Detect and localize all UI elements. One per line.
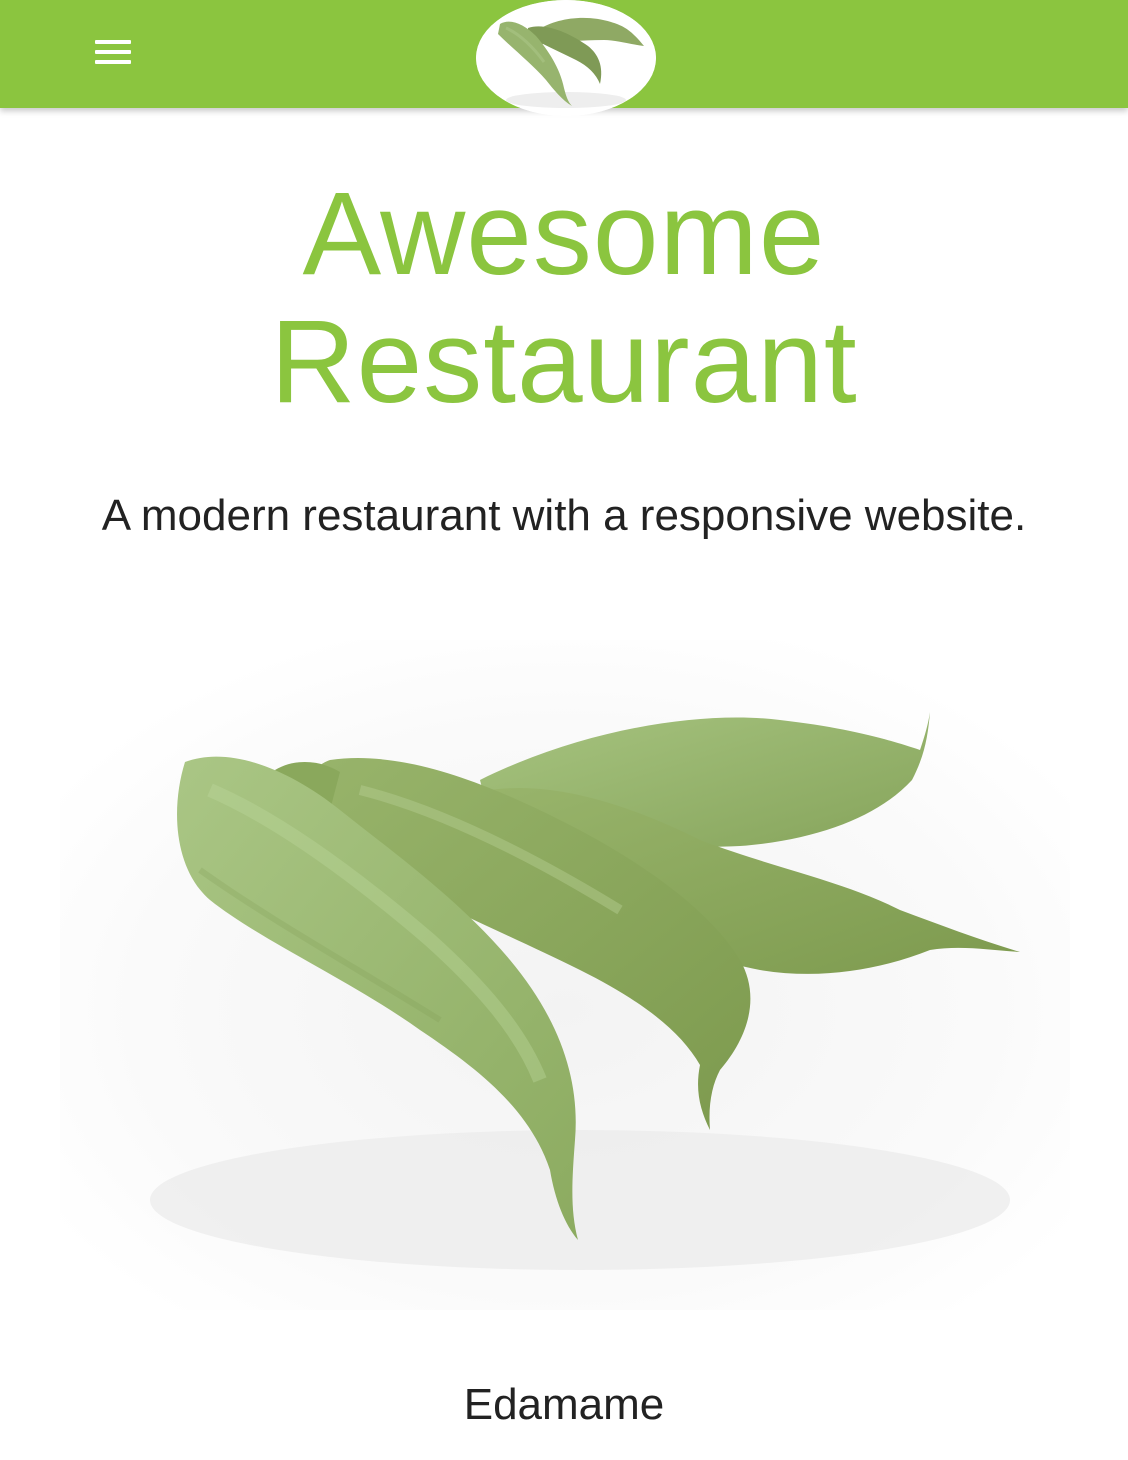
dish-caption: Edamame bbox=[463, 1380, 665, 1429]
menu-button[interactable] bbox=[80, 30, 146, 76]
edamame-pods-logo-icon bbox=[476, 0, 656, 116]
hamburger-menu-icon bbox=[95, 40, 131, 44]
restaurant-tagline: A modern restaurant with a responsive we… bbox=[101, 491, 1027, 540]
title-line-1: Awesome bbox=[302, 168, 826, 300]
hamburger-menu-icon-line bbox=[95, 60, 131, 64]
logo[interactable] bbox=[476, 0, 656, 116]
edamame-pods-illustration bbox=[60, 640, 1070, 1310]
restaurant-title: Awesome Restaurant bbox=[0, 170, 1128, 426]
title-line-2: Restaurant bbox=[270, 296, 858, 428]
page: Awesome Restaurant A modern restaurant w… bbox=[0, 0, 1128, 1460]
hamburger-menu-icon-line bbox=[95, 50, 131, 54]
edamame-image bbox=[60, 640, 1070, 1310]
